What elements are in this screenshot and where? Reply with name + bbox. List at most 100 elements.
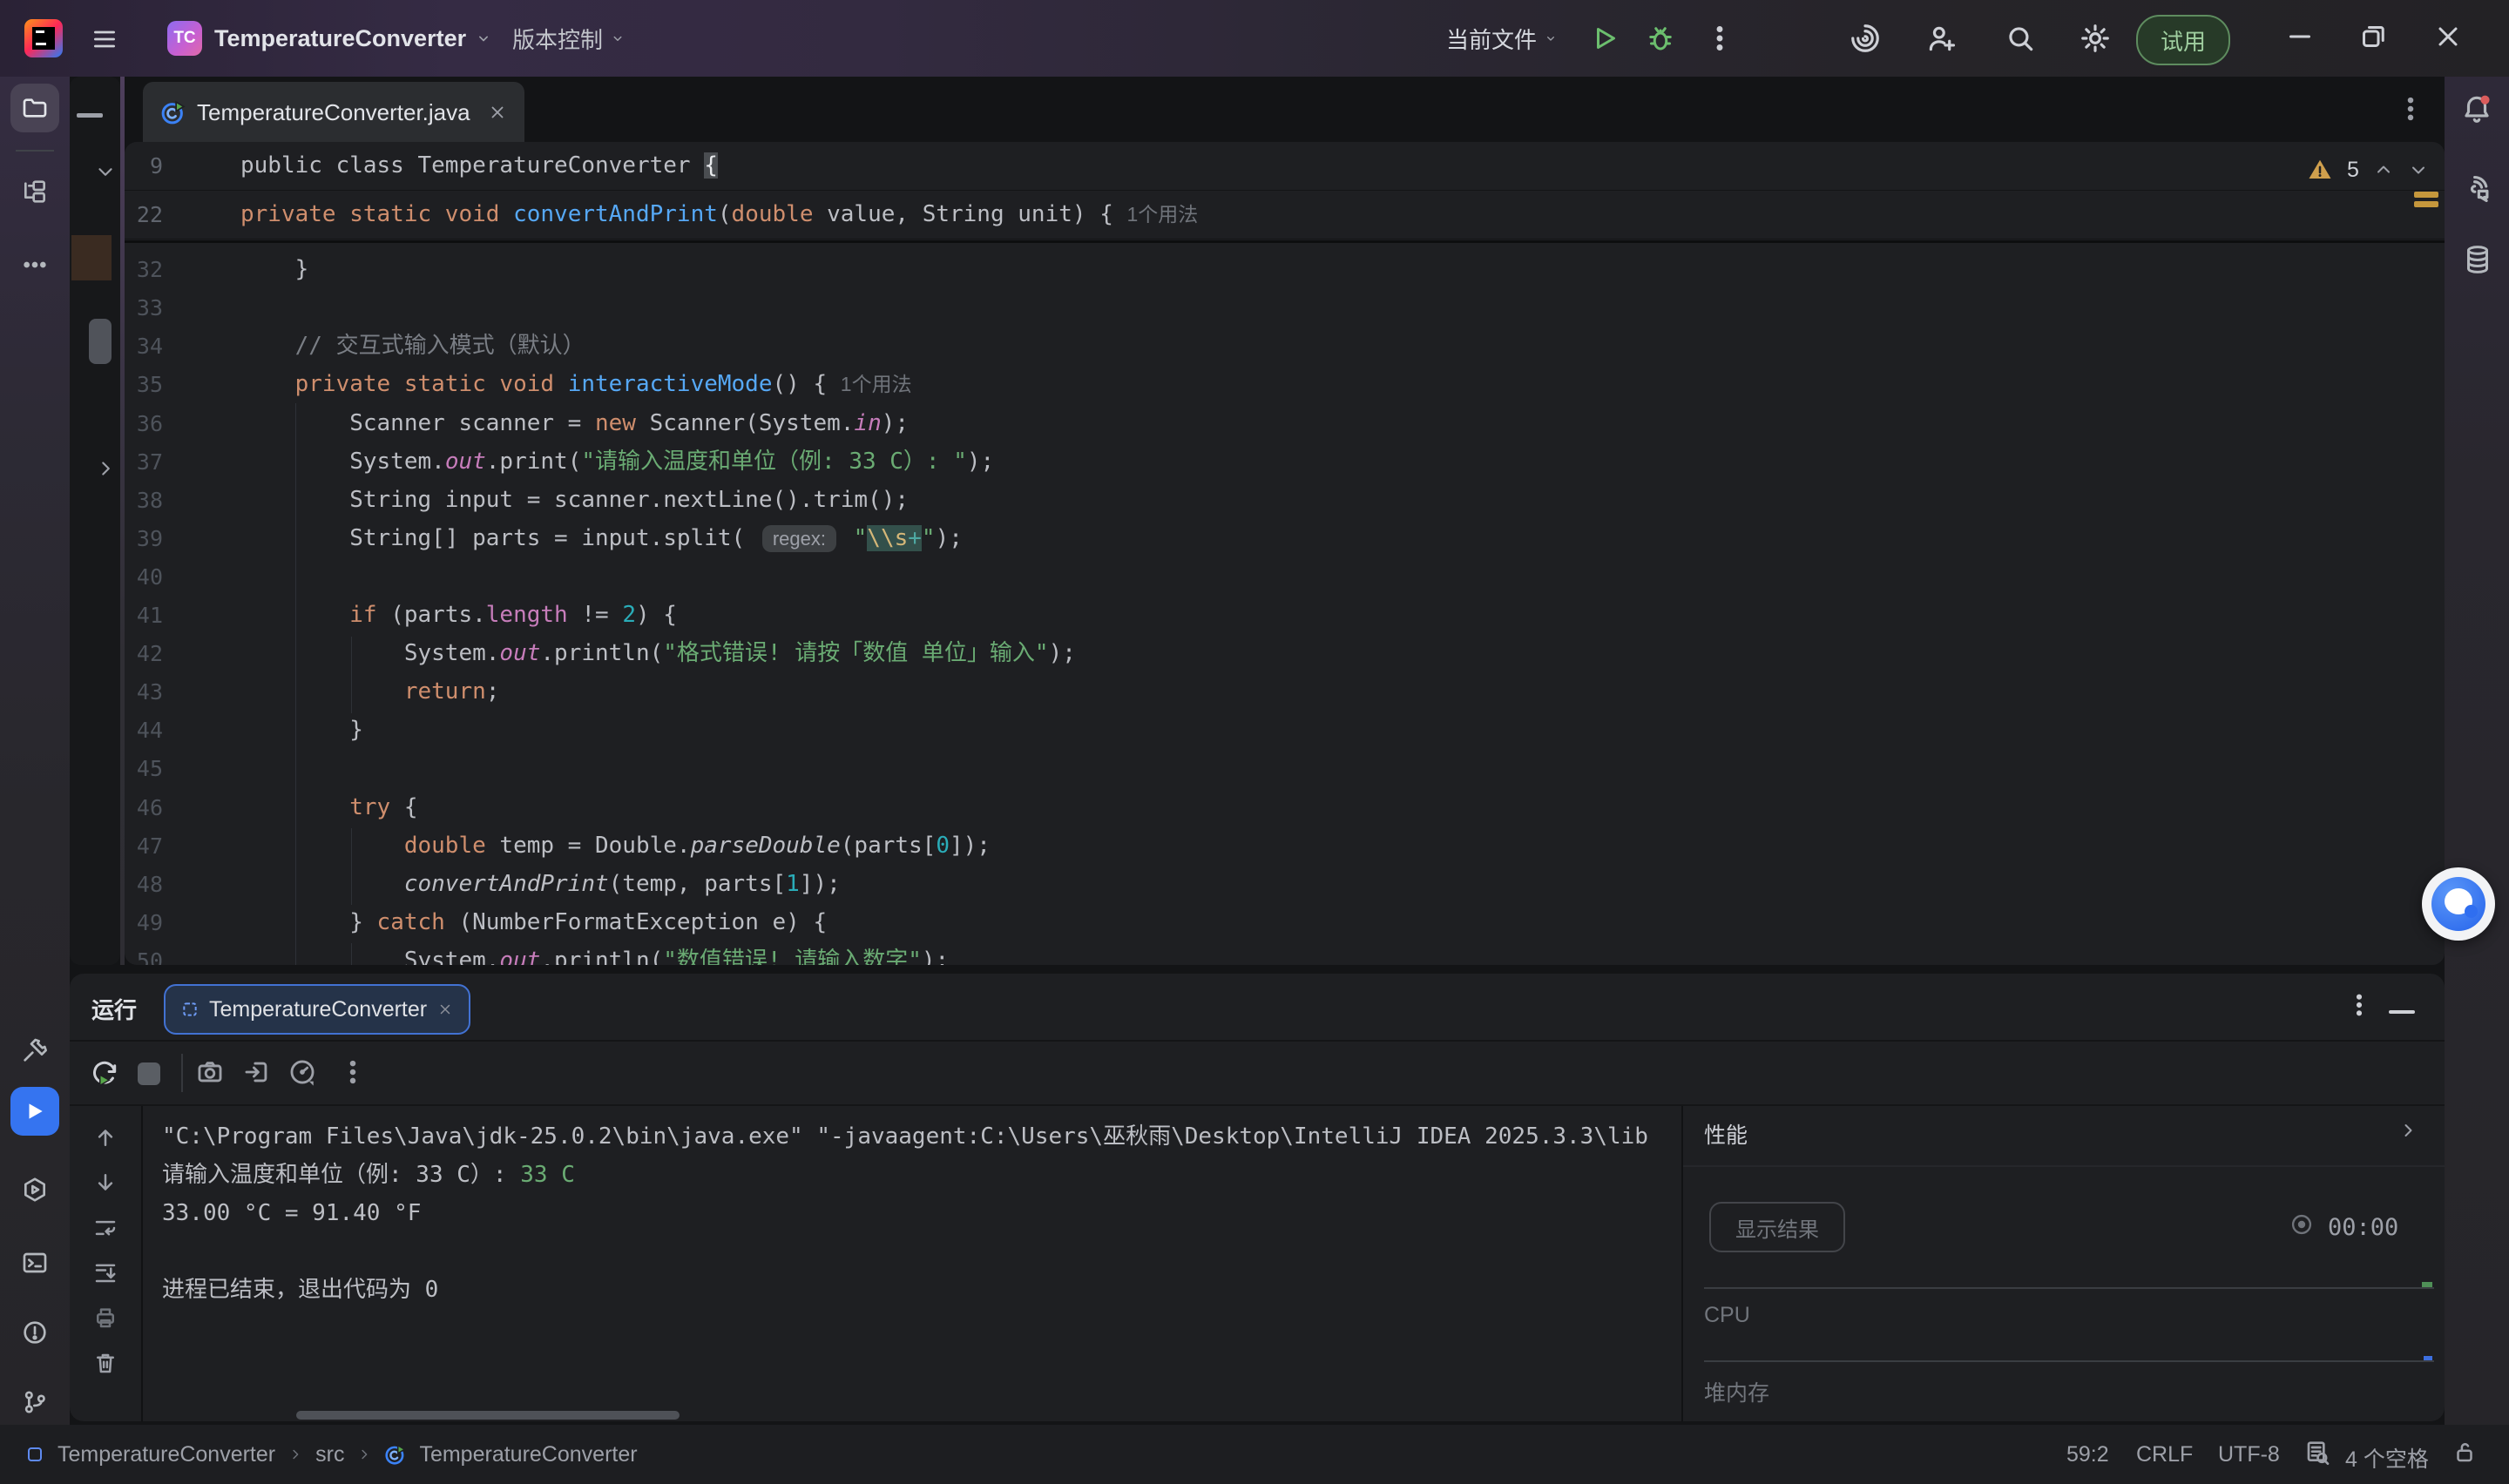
tool-services-icon[interactable] [21,1176,49,1204]
show-results-button[interactable]: 显示结果 [1709,1202,1845,1252]
tool-problems-icon[interactable] [21,1319,49,1346]
debug-button[interactable] [1645,23,1676,54]
line-number[interactable]: 37 [125,442,163,482]
line-number[interactable]: 49 [125,903,163,942]
line-separator[interactable]: CRLF [2136,1442,2193,1467]
search-icon[interactable] [2004,22,2037,55]
tool-project-button[interactable] [10,84,59,132]
profiler-gauge-icon[interactable] [287,1057,317,1087]
tab-close-icon[interactable] [488,103,507,122]
tool-build-icon[interactable] [21,1036,49,1064]
scroll-up-icon[interactable] [92,1124,118,1150]
project-switcher[interactable]: TemperatureConverter [214,21,492,56]
breadcrumb-project[interactable]: TemperatureConverter [57,1442,275,1467]
run-config-selector[interactable]: 当前文件 [1446,21,1558,56]
breadcrumb[interactable]: TemperatureConverter src TemperatureConv… [24,1437,638,1472]
divider [1683,1165,2445,1167]
console-output[interactable]: "C:\Program Files\Java\jdk-25.0.2\bin\ja… [162,1106,1680,1409]
module-icon [24,1444,45,1465]
panel-hide-handle[interactable] [77,113,103,118]
line-number[interactable]: 42 [125,634,163,673]
line-number[interactable]: 48 [125,865,163,904]
scroll-down-icon[interactable] [92,1170,118,1196]
run-panel-hide-button[interactable] [2389,1010,2415,1014]
console-more-icon[interactable] [338,1057,368,1087]
line-number[interactable]: 45 [125,749,163,788]
stop-button[interactable] [138,1062,160,1085]
code-line: 49 } catch (NumberFormatException e) { [125,903,2445,942]
next-problem-icon[interactable] [2408,159,2429,180]
line-number[interactable]: 32 [125,250,163,289]
line-number[interactable]: 35 [125,365,163,404]
intellij-logo-inner [32,27,55,50]
line-number[interactable]: 44 [125,711,163,750]
inspections-widget[interactable]: 5 [2307,151,2429,189]
line-number[interactable]: 50 [125,941,163,965]
attach-process-icon[interactable] [242,1057,272,1087]
window-minimize-button[interactable] [2284,21,2316,52]
tab-close-icon[interactable] [437,1002,453,1017]
indent-settings-icon[interactable] [2303,1439,2331,1467]
scroll-to-end-icon[interactable] [92,1259,118,1285]
more-tool-windows-icon[interactable] [21,251,49,279]
line-number[interactable]: 46 [125,788,163,827]
code-area[interactable]: 31 }32 }3334 // 交互式输入模式（默认）35 private st… [125,142,2445,965]
run-button[interactable] [1589,23,1620,54]
chevron-right-icon[interactable] [94,457,117,480]
console-hscrollbar-thumb[interactable] [296,1411,680,1420]
chevron-down-icon[interactable] [94,160,117,183]
print-icon[interactable] [92,1305,118,1331]
more-actions-icon[interactable] [1704,23,1735,54]
database-icon[interactable] [2462,244,2493,275]
run-console-tab[interactable]: TemperatureConverter [164,984,470,1035]
tool-run-button[interactable] [10,1087,59,1136]
project-icon[interactable]: TC [167,21,202,56]
right-tool-stripe [2445,77,2509,1425]
settings-gear-icon[interactable] [2079,22,2112,55]
mini-scrollbar-thumb[interactable] [89,319,112,364]
chevron-right-icon [287,1447,303,1462]
indent-size[interactable]: 4 个空格 [2345,1442,2429,1474]
editor[interactable]: 31 }32 }3334 // 交互式输入模式（默认）35 private st… [125,142,2445,965]
perf-expand-chevron-icon[interactable] [2397,1120,2418,1141]
caret-position[interactable]: 59:2 [2066,1442,2109,1467]
trial-badge[interactable]: 试用 [2136,15,2230,65]
line-number[interactable]: 47 [125,826,163,866]
line-number[interactable]: 41 [125,596,163,635]
prev-problem-icon[interactable] [2373,159,2394,180]
vcs-widget[interactable]: 版本控制 [512,21,626,56]
sticky-lines-panel[interactable]: 9public class TemperatureConverter {22pr… [125,142,2445,243]
line-number[interactable]: 43 [125,672,163,712]
editor-tab[interactable]: TemperatureConverter.java [143,82,524,143]
line-number[interactable]: 34 [125,327,163,366]
tab-list-kebab-icon[interactable] [2396,94,2425,124]
breadcrumb-class[interactable]: TemperatureConverter [419,1442,637,1467]
window-close-button[interactable] [2432,21,2464,52]
line-number[interactable]: 33 [125,288,163,327]
clear-console-icon[interactable] [92,1350,118,1376]
line-number[interactable]: 40 [125,557,163,597]
notifications-bell-icon[interactable] [2460,92,2493,125]
soft-wrap-icon[interactable] [92,1215,118,1241]
line-number[interactable]: 39 [125,519,163,558]
breadcrumb-src[interactable]: src [315,1442,344,1467]
window-restore-button[interactable] [2357,21,2389,52]
main-menu-icon[interactable] [91,25,118,53]
unlock-icon[interactable] [2452,1439,2478,1465]
file-encoding[interactable]: UTF-8 [2218,1442,2280,1467]
run-config-class-icon [181,1001,199,1018]
tool-git-icon[interactable] [21,1388,49,1416]
tool-structure-icon[interactable] [21,178,49,206]
run-panel-options-icon[interactable] [2345,991,2373,1019]
ai-chat-icon[interactable] [2460,172,2493,206]
heap-chart-spark [2424,1356,2432,1360]
rerun-button[interactable] [89,1057,120,1089]
add-user-icon[interactable] [1925,22,1958,55]
floating-assistant-bubble[interactable] [2422,867,2495,941]
thread-dump-camera-icon[interactable] [195,1057,225,1087]
ai-assistant-icon[interactable] [1849,22,1882,55]
tool-terminal-icon[interactable] [21,1249,49,1277]
project-name: TemperatureConverter [214,25,466,52]
line-number[interactable]: 36 [125,404,163,443]
line-number[interactable]: 38 [125,481,163,520]
